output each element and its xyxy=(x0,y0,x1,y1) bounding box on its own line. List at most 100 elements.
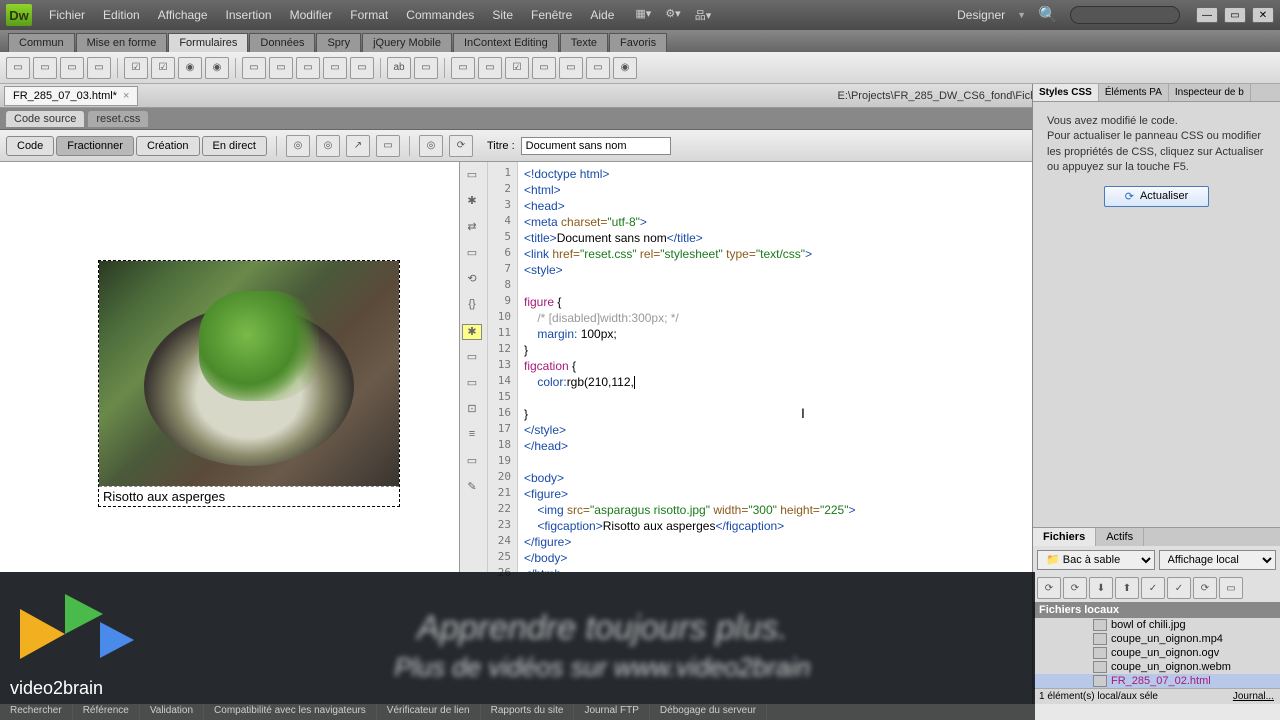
balance-icon[interactable]: ⟲ xyxy=(462,272,482,288)
word-wrap-icon[interactable]: ▭ xyxy=(462,376,482,392)
results-tab[interactable]: Journal FTP xyxy=(574,704,649,720)
menu-modifier[interactable]: Modifier xyxy=(281,8,342,22)
related-file-tab[interactable]: Code source xyxy=(6,111,84,127)
select-icon[interactable]: ▭ xyxy=(242,57,266,79)
results-tab[interactable]: Rapports du site xyxy=(481,704,575,720)
button-icon[interactable]: ▭ xyxy=(350,57,374,79)
expand-files-icon[interactable]: ▭ xyxy=(1219,577,1243,599)
open-docs-icon[interactable]: ▭ xyxy=(462,168,482,184)
text-field-icon[interactable]: ▭ xyxy=(33,57,57,79)
view-fractionner[interactable]: Fractionner xyxy=(56,136,134,156)
textarea-icon[interactable]: ▭ xyxy=(87,57,111,79)
results-tab[interactable]: Vérificateur de lien xyxy=(377,704,481,720)
menu-fichier[interactable]: Fichier xyxy=(40,8,94,22)
menu-insertion[interactable]: Insertion xyxy=(217,8,281,22)
tab-spry[interactable]: Spry xyxy=(316,33,361,52)
menu-affichage[interactable]: Affichage xyxy=(149,8,217,22)
layout-icon[interactable]: ▦▾ xyxy=(635,7,651,23)
files-tab[interactable]: Actifs xyxy=(1096,528,1144,546)
checkbox-icon[interactable]: ☑ xyxy=(124,57,148,79)
file-list[interactable]: bowl of chili.jpgcoupe_un_oignon.mp4coup… xyxy=(1033,618,1280,688)
figcaption[interactable]: Risotto aux asperges xyxy=(99,486,399,506)
menu-site[interactable]: Site xyxy=(483,8,522,22)
refresh-files-icon[interactable]: ⟳ xyxy=(1063,577,1087,599)
panel-tab[interactable]: Inspecteur de b xyxy=(1169,84,1251,101)
fieldset-icon[interactable]: ▭ xyxy=(414,57,438,79)
inspect-icon[interactable]: ↗ xyxy=(346,135,370,157)
panel-tab[interactable]: Styles CSS xyxy=(1033,84,1099,101)
results-tab[interactable]: Débogage du serveur xyxy=(650,704,767,720)
form-icon[interactable]: ▭ xyxy=(6,57,30,79)
tab-mise-en-forme[interactable]: Mise en forme xyxy=(76,33,168,52)
file-row[interactable]: bowl of chili.jpg xyxy=(1033,618,1280,632)
menu-aide[interactable]: Aide xyxy=(581,8,623,22)
jump-menu-icon[interactable]: ▭ xyxy=(269,57,293,79)
spry-confirm-icon[interactable]: ▭ xyxy=(586,57,610,79)
file-row[interactable]: coupe_un_oignon.webm xyxy=(1033,660,1280,674)
results-tab[interactable]: Compatibilité avec les navigateurs xyxy=(204,704,377,720)
live-view-icon[interactable]: ◎ xyxy=(286,135,310,157)
maximize-button[interactable]: ▭ xyxy=(1224,7,1246,23)
spry-text-icon[interactable]: ▭ xyxy=(451,57,475,79)
refresh-icon[interactable]: ⟳ xyxy=(449,135,473,157)
file-row[interactable]: coupe_un_oignon.ogv xyxy=(1033,646,1280,660)
label-icon[interactable]: ab xyxy=(387,57,411,79)
spry-checkbox-icon[interactable]: ☑ xyxy=(505,57,529,79)
format-icon[interactable]: ▭ xyxy=(462,454,482,470)
view-en direct[interactable]: En direct xyxy=(202,136,267,156)
tab-données[interactable]: Données xyxy=(249,33,315,52)
gear-icon[interactable]: ⚙▾ xyxy=(665,7,680,23)
expand-icon[interactable]: ⇄ xyxy=(462,220,482,236)
workspace-switcher[interactable]: Designer xyxy=(957,8,1005,22)
outdent-icon[interactable]: ≡ xyxy=(462,428,482,444)
risotto-image[interactable] xyxy=(99,261,399,486)
file-row[interactable]: FR_285_07_02.html xyxy=(1033,674,1280,688)
refresh-button[interactable]: ⟳ Actualiser xyxy=(1104,186,1210,207)
files-tab[interactable]: Fichiers xyxy=(1033,528,1096,546)
parent-tag-icon[interactable]: ▭ xyxy=(462,246,482,262)
spry-textarea-icon[interactable]: ▭ xyxy=(478,57,502,79)
live-code-icon[interactable]: ◎ xyxy=(316,135,340,157)
figure-element[interactable]: Risotto aux asperges xyxy=(98,260,400,507)
hidden-field-icon[interactable]: ▭ xyxy=(60,57,84,79)
checkin-icon[interactable]: ✓ xyxy=(1167,577,1191,599)
put-icon[interactable]: ⬆ xyxy=(1115,577,1139,599)
spry-select-icon[interactable]: ▭ xyxy=(532,57,556,79)
radio-group-icon[interactable]: ◉ xyxy=(205,57,229,79)
search-input[interactable] xyxy=(1070,6,1180,24)
title-input[interactable] xyxy=(521,137,671,155)
tab-formulaires[interactable]: Formulaires xyxy=(168,33,248,52)
site-select[interactable]: 📁 Bac à sable xyxy=(1037,550,1155,570)
recent-snippets-icon[interactable]: ✎ xyxy=(462,480,482,496)
menu-commandes[interactable]: Commandes xyxy=(397,8,483,22)
tab-favoris[interactable]: Favoris xyxy=(609,33,667,52)
get-icon[interactable]: ⬇ xyxy=(1089,577,1113,599)
document-tab[interactable]: FR_285_07_03.html* × xyxy=(4,86,138,106)
view-code[interactable]: Code xyxy=(6,136,54,156)
radio-icon[interactable]: ◉ xyxy=(178,57,202,79)
design-view[interactable]: Risotto aux asperges xyxy=(0,162,460,572)
spry-password-icon[interactable]: ▭ xyxy=(559,57,583,79)
browser-preview-icon[interactable]: ◎ xyxy=(419,135,443,157)
tab-jquery-mobile[interactable]: jQuery Mobile xyxy=(362,33,452,52)
sync-files-icon[interactable]: ⟳ xyxy=(1193,577,1217,599)
menu-format[interactable]: Format xyxy=(341,8,397,22)
journal-button[interactable]: Journal... xyxy=(1233,691,1274,702)
panel-tab[interactable]: Éléments PA xyxy=(1099,84,1169,101)
results-tab[interactable]: Référence xyxy=(73,704,140,720)
tab-commun[interactable]: Commun xyxy=(8,33,75,52)
results-tab[interactable]: Rechercher xyxy=(0,704,73,720)
file-field-icon[interactable]: ▭ xyxy=(323,57,347,79)
line-numbers-icon[interactable]: {} xyxy=(462,298,482,314)
syntax-icon[interactable]: ▭ xyxy=(462,350,482,366)
connect-icon[interactable]: ⟳ xyxy=(1037,577,1061,599)
view-création[interactable]: Création xyxy=(136,136,200,156)
checkout-icon[interactable]: ✓ xyxy=(1141,577,1165,599)
spry-radio-icon[interactable]: ◉ xyxy=(613,57,637,79)
menu-fenêtre[interactable]: Fenêtre xyxy=(522,8,581,22)
tab-texte[interactable]: Texte xyxy=(560,33,608,52)
related-file-tab[interactable]: reset.css xyxy=(88,111,148,127)
view-mode-select[interactable]: Affichage local xyxy=(1159,550,1277,570)
minimize-button[interactable]: — xyxy=(1196,7,1218,23)
menu-edition[interactable]: Edition xyxy=(94,8,149,22)
